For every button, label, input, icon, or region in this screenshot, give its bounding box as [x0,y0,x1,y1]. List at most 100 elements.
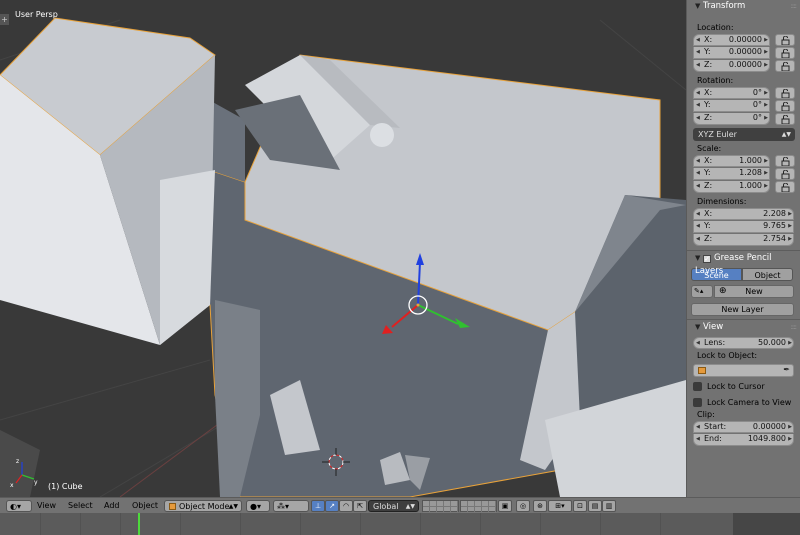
layer-lock-icon: ▣ [501,502,509,510]
active-object-label: (1) Cube [48,482,83,491]
editor-type-button[interactable]: ◐▾ [6,500,32,512]
location-x-field[interactable]: ◀ X: 0.00000 ▶ [693,34,770,46]
clip-end-field[interactable]: ◀ End: 1049.800 ▶ [693,434,794,446]
rotation-z-field[interactable]: ◀ Z: 0° ▶ [693,113,770,125]
mode-dropdown[interactable]: Object Mode ▲▼ [164,500,242,512]
translate-manipulator-button[interactable]: ↗ [325,500,339,512]
dimensions-y-field[interactable]: ◀ Y: 9.765 ▶ [693,221,794,233]
svg-text:x: x [10,482,14,489]
cube-icon [169,503,176,510]
lock-object-field[interactable]: ✒ [693,364,794,377]
scale-y-field[interactable]: ◀ Y: 1.208 ▶ [693,168,770,180]
current-frame-indicator[interactable] [138,513,140,535]
rotation-x-row: ◀ X: 0° ▶ [691,87,800,100]
lock-location-z-button[interactable] [775,60,795,72]
location-y-field[interactable]: ◀ Y: 0.00000 ▶ [693,47,770,59]
drag-grip-icon[interactable]: :::: [791,321,798,334]
snap-target-icon: ⊡ [577,502,583,510]
grease-pencil-panel-header[interactable]: ▼ ✓ Grease Pencil Layers [687,252,800,276]
new-layer-button[interactable]: New Layer [691,303,794,316]
pencil-icon[interactable]: ✎▴ [691,285,713,298]
scale-z-field[interactable]: ◀ Z: 1.000 ▶ [693,181,770,193]
mesh-scene[interactable]: z y x [0,0,686,497]
location-z-field[interactable]: ◀ Z: 0.00000 ▶ [693,60,770,72]
render-icon: ▤ [591,502,599,510]
checkbox-box [693,398,702,407]
scale-manipulator-button[interactable]: ⇱ [353,500,367,512]
render-animation-button[interactable]: ▥ [602,500,616,512]
location-z-row: ◀ Z: 0.00000 ▶ [691,60,800,73]
viewport-shading-dropdown[interactable]: ●▾ [246,500,270,512]
view-name-label: User Persp [15,10,58,19]
dimensions-x-row: ◀ X: 2.208 ▶ [691,208,800,221]
menu-view[interactable]: View [37,500,56,512]
render-preview-button[interactable]: ▤ [588,500,602,512]
timeline[interactable] [0,513,800,535]
lock-to-object-label: Lock to Object: [697,351,758,360]
lens-field[interactable]: ◀ Lens: 50.000 ▶ [693,337,794,349]
transform-orientation-dropdown[interactable]: Global ▲▼ [368,500,419,512]
manipulator-toggle[interactable]: ⊥ [311,500,325,512]
scale-label: Scale: [697,144,722,153]
manipulator-icon: ⊥ [314,502,322,510]
eyedropper-icon: ✒ [783,365,790,374]
rotation-label: Rotation: [697,76,734,85]
lock-scale-y-button[interactable] [775,168,795,180]
viewport-corner-widget[interactable]: + [0,14,9,25]
rotation-y-field[interactable]: ◀ Y: 0° ▶ [693,100,770,112]
lock-to-cursor-checkbox[interactable]: Lock to Cursor [693,380,800,393]
tab-object[interactable]: Object [742,268,793,281]
collapse-triangle-icon: ▼ [695,254,701,262]
proportional-edit-button[interactable]: ◎ [516,500,530,512]
lock-scale-x-button[interactable] [775,155,795,167]
translate-icon: ↗ [329,502,335,510]
cube-icon [698,367,706,374]
lock-icon [781,183,790,192]
rotation-x-field[interactable]: ◀ X: 0° ▶ [693,87,770,99]
lock-rotation-z-button[interactable] [775,113,795,125]
snap-element-dropdown[interactable]: ⊞▾ [548,500,572,512]
dimensions-label: Dimensions: [697,197,747,206]
clip-start-field[interactable]: ◀ Start: 0.00000 ▶ [693,421,794,433]
grease-pencil-datablock-row: ✎▴ ⊕ New [691,285,800,299]
svg-text:y: y [34,479,38,486]
drag-grip-icon[interactable]: :::: [791,0,798,13]
shading-sphere-icon: ●▾ [250,502,261,511]
menu-select[interactable]: Select [68,500,93,512]
clip-end-row: ◀ End: 1049.800 ▶ [691,434,800,447]
rotation-y-row: ◀ Y: 0° ▶ [691,100,800,113]
layers-group-2[interactable] [460,500,497,513]
scale-x-field[interactable]: ◀ X: 1.000 ▶ [693,155,770,167]
3d-viewport[interactable]: z y x + User Persp (1) Cube [0,0,686,497]
dimensions-y-row: ◀ Y: 9.765 ▶ [691,221,800,234]
lens-row: ◀ Lens: 50.000 ▶ [691,337,800,350]
snap-target-button[interactable]: ⊡ [573,500,587,512]
grease-pencil-enable-checkbox[interactable]: ✓ [703,255,711,263]
new-grease-pencil-button[interactable]: ⊕ New [714,285,794,298]
lock-rotation-x-button[interactable] [775,87,795,99]
menu-add[interactable]: Add [104,500,120,512]
clip-label: Clip: [697,410,715,419]
lock-location-y-button[interactable] [775,47,795,59]
layers-group-1[interactable] [422,500,459,513]
layer-lock-button[interactable]: ▣ [498,500,512,512]
menu-object[interactable]: Object [132,500,158,512]
lock-location-x-button[interactable] [775,34,795,46]
pivot-point-dropdown[interactable]: ⁂▾ [273,500,309,512]
lock-rotation-y-button[interactable] [775,100,795,112]
editor-type-icon: ◐▾ [10,502,21,511]
lock-icon [781,49,790,58]
pivot-icon: ⁂▾ [277,502,290,511]
rotate-manipulator-button[interactable]: ◠ [339,500,353,512]
location-x-row: ◀ X: 0.00000 ▶ [691,34,800,47]
lock-camera-to-view-checkbox[interactable]: Lock Camera to View [693,396,800,409]
lock-scale-z-button[interactable] [775,181,795,193]
dimensions-z-field[interactable]: ◀ Z: 2.754 ▶ [693,234,794,246]
scale-icon: ⇱ [357,502,363,510]
snap-toggle-button[interactable]: ⊛ [533,500,547,512]
view-panel-header[interactable]: ▼ View :::: [687,321,800,334]
transform-panel-header[interactable]: ▼ Transform :::: [687,0,800,13]
viewport-header: ◐▾ View Select Add Object Object Mode ▲▼ … [0,497,800,513]
dimensions-x-field[interactable]: ◀ X: 2.208 ▶ [693,208,794,220]
rotation-mode-dropdown[interactable]: XYZ Euler ▲▼ [693,128,795,141]
